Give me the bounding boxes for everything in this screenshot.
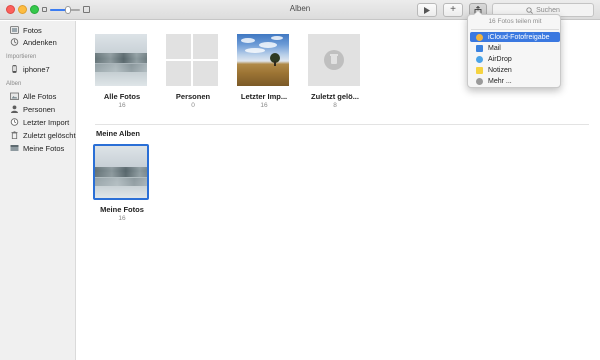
album-tile-meine-fotos[interactable]: Meine Fotos 16 (93, 144, 149, 222)
share-menu-item-notizen[interactable]: Notizen (470, 65, 560, 75)
sidebar-item-letzter-import[interactable]: Letzter Import (0, 116, 76, 128)
slideshow-button[interactable] (417, 3, 437, 17)
mail-icon (476, 44, 483, 52)
icloud-photo-sharing-icon (476, 33, 483, 41)
album-tile-zuletzt-geloescht[interactable]: Zuletzt gelö... 8 (308, 34, 362, 109)
sidebar-item-fotos[interactable]: Fotos (0, 24, 76, 36)
sidebar-section-albums: Alben (6, 81, 22, 87)
share-menu-arrow-inner (474, 11, 482, 15)
more-icon (476, 77, 483, 85)
add-label: + (450, 4, 456, 15)
sidebar-item-zuletzt-geloescht[interactable]: Zuletzt gelöscht (0, 129, 76, 141)
sidebar-item-label: Andenken (23, 37, 57, 47)
memories-icon (10, 38, 19, 46)
section-divider (95, 124, 589, 125)
play-icon (424, 6, 430, 14)
sidebar-item-meine-fotos[interactable]: Meine Fotos (0, 142, 76, 154)
photos-library-icon (10, 26, 19, 34)
airdrop-icon (476, 55, 483, 63)
share-menu-item-mail[interactable]: Mail (470, 43, 560, 53)
album-title: Zuletzt gelö... (311, 92, 359, 101)
album-thumbnail[interactable] (95, 34, 147, 86)
share-menu: 16 Fotos teilen mit iCloud-Fotofreigabe … (467, 14, 561, 88)
all-photos-icon (10, 92, 19, 100)
album-thumbnail[interactable] (93, 144, 149, 200)
share-menu-item-airdrop[interactable]: AirDrop (470, 54, 560, 64)
album-tile-personen[interactable]: Personen 0 (166, 34, 220, 109)
album-tile-alle-fotos[interactable]: Alle Fotos 16 (95, 34, 149, 109)
share-menu-item-label: iCloud-Fotofreigabe (488, 33, 550, 41)
share-menu-item-label: Mail (488, 44, 501, 52)
album-count: 8 (333, 102, 337, 109)
album-thumbnail[interactable] (308, 34, 360, 86)
clock-icon (10, 118, 19, 126)
sidebar-item-label: Fotos (23, 25, 42, 35)
sidebar-item-label: Alle Fotos (23, 91, 57, 101)
iphone-icon (12, 65, 17, 73)
share-menu-header: 16 Fotos teilen mit (488, 18, 542, 25)
share-menu-separator (471, 29, 559, 30)
photos-window: Alben + Suchen Fotos Andenken Importiere… (0, 0, 600, 360)
sidebar-item-personen[interactable]: Personen (0, 103, 76, 115)
album-title: Meine Fotos (100, 205, 144, 214)
album-thumbnail[interactable] (166, 34, 218, 86)
sidebar-item-label: Meine Fotos (23, 143, 65, 153)
share-menu-item-label: AirDrop (488, 55, 512, 63)
sidebar-item-label: Zuletzt gelöscht (23, 130, 76, 140)
sidebar-item-label: Personen (23, 104, 56, 114)
album-thumbnail[interactable] (237, 34, 289, 86)
share-menu-item-icloud[interactable]: iCloud-Fotofreigabe (470, 32, 560, 42)
person-icon (11, 105, 18, 113)
sidebar-section-import: Importieren (6, 54, 37, 60)
search-icon (526, 6, 534, 14)
search-placeholder: Suchen (536, 6, 560, 14)
share-menu-item-mehr[interactable]: Mehr ... (470, 76, 560, 86)
sidebar-item-iphone7[interactable]: iphone7 (0, 63, 76, 75)
album-icon (10, 145, 19, 151)
add-button[interactable]: + (443, 3, 463, 17)
album-count: 16 (118, 215, 126, 222)
share-menu-item-label: Mehr ... (488, 77, 512, 85)
sidebar: Fotos Andenken Importieren iphone7 Alben… (0, 21, 76, 360)
sidebar-item-label: iphone7 (23, 64, 50, 74)
sidebar-item-andenken[interactable]: Andenken (0, 36, 76, 48)
sidebar-item-label: Letzter Import (23, 117, 70, 127)
trash-icon (11, 131, 18, 139)
sidebar-item-alle-fotos[interactable]: Alle Fotos (0, 90, 76, 102)
share-menu-item-label: Notizen (488, 66, 512, 74)
notes-icon (476, 66, 483, 74)
album-tile-letzter-import[interactable]: Letzter Imp... 16 (237, 34, 291, 109)
my-albums-heading: Meine Alben (96, 129, 140, 138)
